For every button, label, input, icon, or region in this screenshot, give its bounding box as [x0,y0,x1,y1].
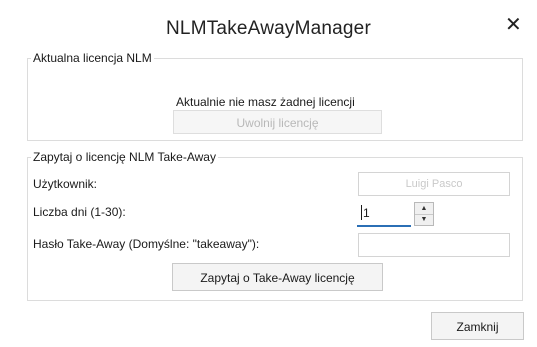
days-spinner[interactable]: ▲ ▼ [414,202,434,226]
current-license-legend: Aktualna licencja NLM [33,51,152,65]
close-button[interactable]: Zamknij [431,312,524,340]
request-license-button[interactable]: Zapytaj o Take-Away licencję [172,263,383,291]
days-value: 1 [363,206,370,220]
dialog-title: NLMTakeAwayManager [166,18,371,39]
close-icon[interactable]: ✕ [505,15,522,35]
spin-down-icon[interactable]: ▼ [415,214,433,225]
user-label: Użytkownik: [33,177,98,191]
days-input[interactable]: 1 [357,199,411,227]
request-license-legend: Zapytaj o licencję NLM Take-Away [33,150,216,164]
days-label: Liczba dni (1-30): [33,205,126,219]
text-caret [361,205,362,220]
release-license-button[interactable]: Uwolnij licencję [173,110,382,134]
license-status-text: Aktualnie nie masz żadnej licencji [176,95,355,109]
password-label: Hasło Take-Away (Domyślne: "takeaway"): [33,237,260,251]
password-field[interactable] [358,233,510,257]
user-field[interactable]: Luigi Pasco [358,172,510,196]
focus-underline [357,225,411,227]
dialog-window: NLMTakeAwayManager ✕ Aktualna licencja N… [0,0,537,347]
